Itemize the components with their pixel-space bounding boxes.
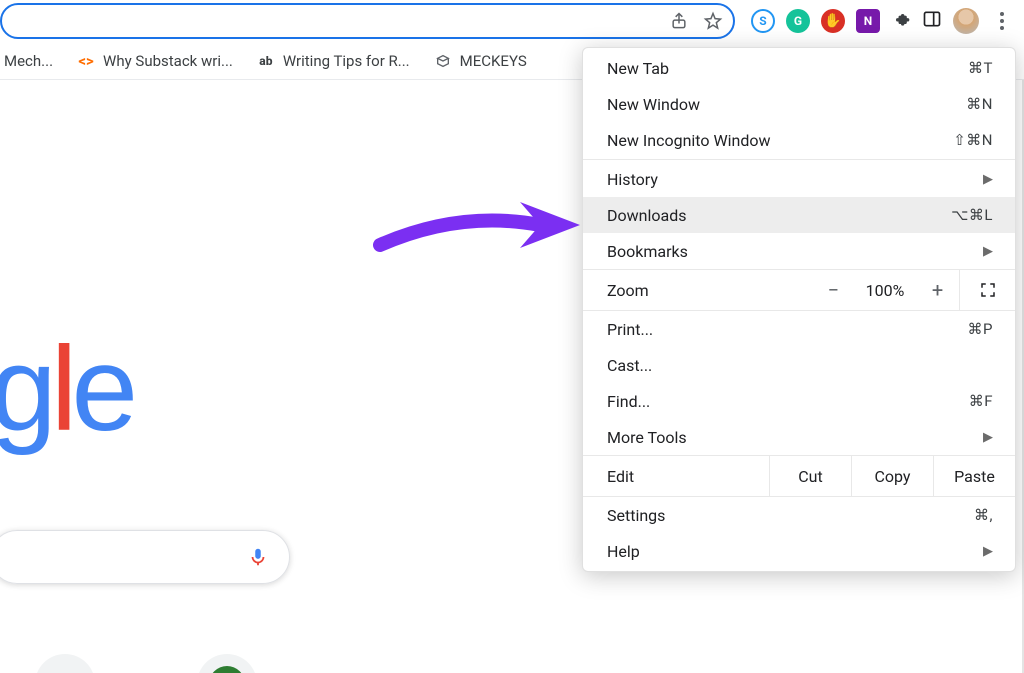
chevron-right-icon: ▶ <box>983 172 993 187</box>
menu-print[interactable]: Print... ⌘P <box>583 311 1015 347</box>
ab-icon: ab <box>257 52 275 70</box>
shortcut-twitter[interactable]: Twitter <box>20 654 110 673</box>
menu-edit: Edit Cut Copy Paste <box>583 455 1015 497</box>
side-panel-icon[interactable] <box>922 9 942 33</box>
omnibox[interactable] <box>0 3 735 39</box>
extension-icons: S G ✋ N <box>741 8 1024 34</box>
profile-avatar[interactable] <box>953 8 979 34</box>
mic-icon[interactable] <box>247 546 269 568</box>
extensions-puzzle-icon[interactable] <box>891 9 911 33</box>
bookmark-label: Writing Tips for R... <box>283 52 410 70</box>
menu-cast[interactable]: Cast... <box>583 347 1015 383</box>
menu-separator <box>583 159 1015 160</box>
edit-paste-button[interactable]: Paste <box>933 456 1015 496</box>
bookmark-label: Why Substack wri... <box>103 52 233 70</box>
edit-copy-button[interactable]: Copy <box>851 456 933 496</box>
bookmark-meckeys[interactable]: MECKEYS <box>434 52 527 70</box>
menu-new-tab[interactable]: New Tab ⌘T <box>583 50 1015 86</box>
chevron-right-icon: ▶ <box>983 244 993 259</box>
menu-more-tools[interactable]: More Tools ▶ <box>583 419 1015 455</box>
shortcut-zerodha[interactable]: Z Zerodha <box>182 654 272 673</box>
zoom-in-button[interactable]: + <box>915 270 959 310</box>
bookmark-label: MECKEYS <box>460 52 527 70</box>
box-icon <box>434 52 452 70</box>
annotation-arrow <box>370 190 590 284</box>
ext-onenote-icon[interactable]: N <box>856 9 880 33</box>
menu-help[interactable]: Help ▶ <box>583 533 1015 569</box>
menu-history[interactable]: History ▶ <box>583 161 1015 197</box>
menu-find[interactable]: Find... ⌘F <box>583 383 1015 419</box>
star-icon[interactable] <box>703 11 723 31</box>
code-icon: <> <box>77 52 95 70</box>
bookmark-writing-tips[interactable]: ab Writing Tips for R... <box>257 52 410 70</box>
fullscreen-button[interactable] <box>959 270 1015 310</box>
shortcut-tiles: Twitter Z Zerodha <box>20 654 272 673</box>
bookmark-substack[interactable]: <> Why Substack wri... <box>77 52 233 70</box>
zerodha-icon: Z <box>197 654 257 673</box>
zoom-value: 100% <box>855 281 915 300</box>
bookmark-mech[interactable]: Mech... <box>4 52 53 70</box>
twitter-icon <box>35 654 95 673</box>
share-icon[interactable] <box>669 11 689 31</box>
ext-grammarly-icon[interactable]: G <box>786 9 810 33</box>
menu-kebab-icon[interactable] <box>990 12 1014 30</box>
zoom-out-button[interactable]: − <box>811 270 855 310</box>
menu-new-window[interactable]: New Window ⌘N <box>583 86 1015 122</box>
menu-incognito[interactable]: New Incognito Window ⇧⌘N <box>583 122 1015 158</box>
menu-settings[interactable]: Settings ⌘, <box>583 497 1015 533</box>
google-logo: gle <box>0 320 132 458</box>
chrome-menu: New Tab ⌘T New Window ⌘N New Incognito W… <box>582 47 1016 572</box>
google-search-input[interactable] <box>0 530 290 584</box>
ext-stylus-icon[interactable]: S <box>751 9 775 33</box>
chevron-right-icon: ▶ <box>983 430 993 445</box>
menu-zoom: Zoom − 100% + <box>583 269 1015 311</box>
menu-bookmarks[interactable]: Bookmarks ▶ <box>583 233 1015 269</box>
chevron-right-icon: ▶ <box>983 544 993 559</box>
edit-cut-button[interactable]: Cut <box>769 456 851 496</box>
bookmark-label: Mech... <box>4 52 53 70</box>
ext-ublock-icon[interactable]: ✋ <box>821 9 845 33</box>
toolbar: S G ✋ N <box>0 0 1024 42</box>
menu-downloads[interactable]: Downloads ⌥⌘L <box>583 197 1015 233</box>
